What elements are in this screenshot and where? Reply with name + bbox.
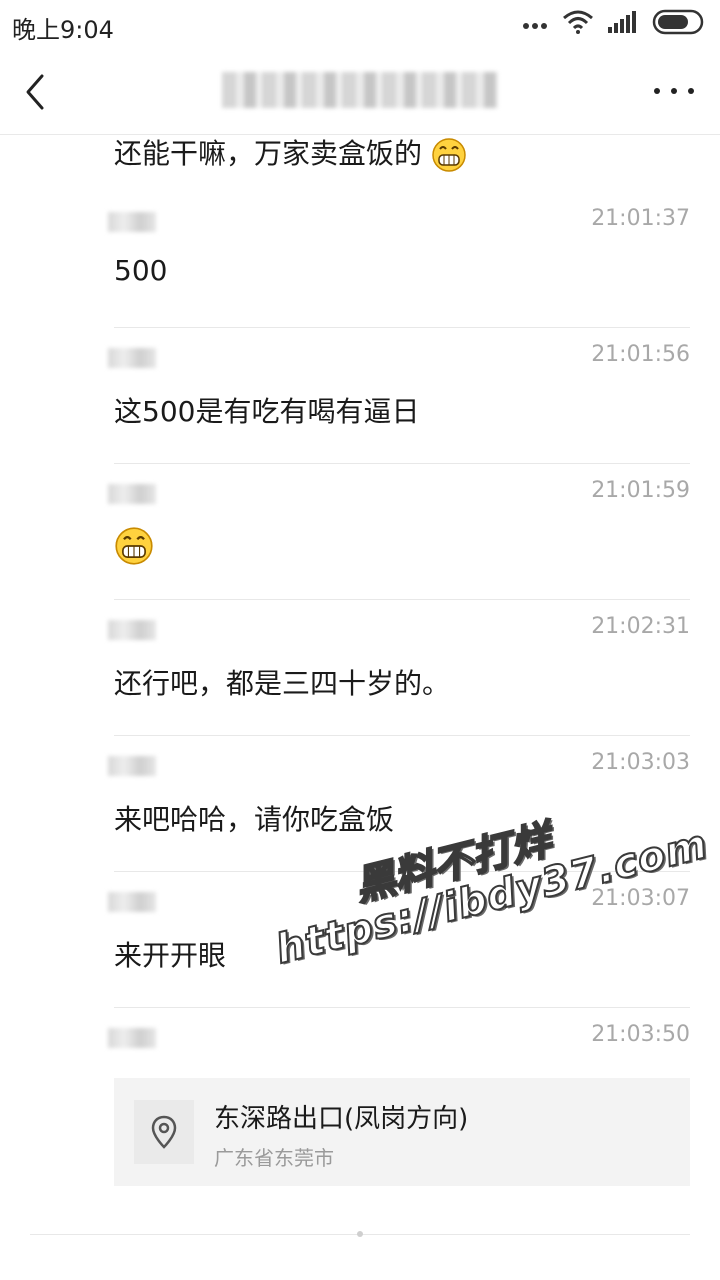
sender-name-redacted — [108, 348, 156, 368]
message-time: 21:01:59 — [591, 478, 690, 503]
message-item[interactable]: 21:02:31 还行吧，都是三四十岁的。 — [108, 600, 690, 736]
message-time: 21:03:50 — [591, 1022, 690, 1047]
more-icon-dot — [654, 88, 660, 94]
sender-name-redacted — [108, 620, 156, 640]
location-subtitle: 广东省东莞市 — [214, 1146, 334, 1170]
partial-message: 还能干嘛，万家卖盒饭的 — [114, 134, 467, 173]
page-indicator-dot — [357, 1231, 363, 1237]
location-card[interactable]: 东深路出口(凤岗方向) 广东省东莞市 — [114, 1078, 690, 1186]
status-icons — [522, 9, 706, 39]
more-icon-dot — [671, 88, 677, 94]
location-title: 东深路出口(凤岗方向) — [214, 1104, 469, 1134]
message-time: 21:01:56 — [591, 342, 690, 367]
grin-emoji-icon — [432, 138, 466, 172]
message-item[interactable]: 21:03:50 东深路出口(凤岗方向) 广东省东莞市 — [108, 1008, 690, 1188]
message-text: 500 — [114, 254, 168, 287]
chat-header — [0, 50, 720, 135]
location-pin-icon — [151, 1115, 177, 1149]
message-text: 这500是有吃有喝有逼日 — [114, 395, 420, 428]
grin-emoji-icon — [115, 527, 153, 565]
message-time: 21:01:37 — [591, 206, 690, 231]
more-icon-dot — [688, 88, 694, 94]
message-time: 21:03:07 — [591, 886, 690, 911]
message-item[interactable]: 21:01:56 这500是有吃有喝有逼日 — [108, 328, 690, 464]
message-text: 来吧哈哈，请你吃盒饭 — [114, 803, 395, 836]
location-icon-box — [134, 1100, 194, 1164]
status-bar: 晚上9:04 — [0, 0, 720, 50]
sender-name-redacted — [108, 1028, 156, 1048]
message-item[interactable]: 21:03:03 来吧哈哈，请你吃盒饭 — [108, 736, 690, 872]
message-text: 来开开眼 — [114, 939, 227, 972]
message-time: 21:02:31 — [591, 614, 690, 639]
message-text: 还行吧，都是三四十岁的。 — [114, 667, 451, 700]
message-item[interactable]: 21:01:59 — [108, 464, 690, 600]
back-button[interactable] — [18, 72, 54, 112]
back-chevron-icon — [26, 74, 44, 110]
chat-title-redacted — [222, 72, 498, 108]
sender-name-redacted — [108, 484, 156, 504]
sender-name-redacted — [108, 756, 156, 776]
signal-icon — [608, 11, 638, 37]
battery-icon — [652, 9, 706, 39]
status-time: 晚上9:04 — [12, 16, 114, 44]
more-button[interactable] — [654, 80, 694, 102]
sender-name-redacted — [108, 212, 156, 232]
message-emoji — [114, 526, 154, 566]
chat-history[interactable]: 还能干嘛，万家卖盒饭的 21:01:37 500 21:01:56 这500是有… — [0, 134, 720, 1280]
wifi-icon — [562, 10, 594, 38]
message-time: 21:03:03 — [591, 750, 690, 775]
message-item[interactable]: 21:01:37 500 — [108, 192, 690, 328]
sender-name-redacted — [108, 892, 156, 912]
more-dots-icon — [522, 15, 548, 34]
message-item[interactable]: 21:03:07 来开开眼 — [108, 872, 690, 1008]
